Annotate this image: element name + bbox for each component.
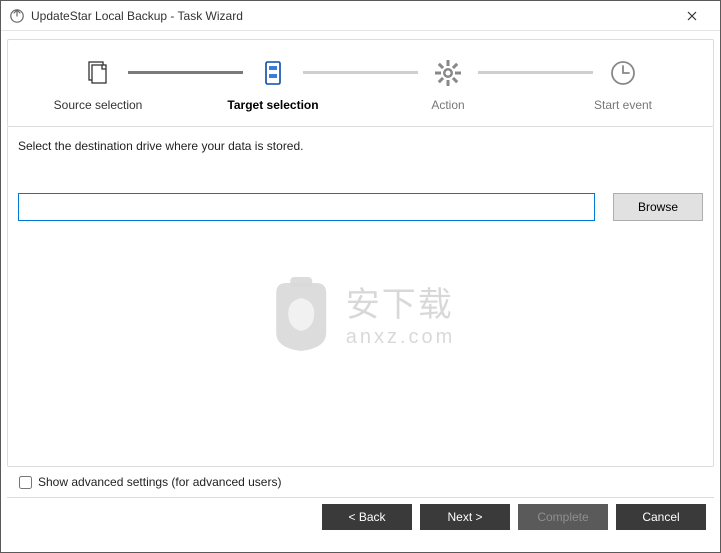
step-target-selection: Target selection bbox=[203, 58, 343, 112]
step-label: Action bbox=[431, 98, 464, 112]
shield-icon bbox=[266, 273, 336, 353]
step-label: Start event bbox=[594, 98, 652, 112]
wizard-button-bar: < Back Next > Complete Cancel bbox=[7, 498, 714, 530]
window-title: UpdateStar Local Backup - Task Wizard bbox=[31, 9, 672, 23]
advanced-settings-row: Show advanced settings (for advanced use… bbox=[7, 467, 714, 498]
browse-button[interactable]: Browse bbox=[613, 193, 703, 221]
wizard-content: Select the destination drive where your … bbox=[7, 127, 714, 467]
destination-path-input[interactable] bbox=[18, 193, 595, 221]
complete-button: Complete bbox=[518, 504, 608, 530]
step-label: Source selection bbox=[54, 98, 143, 112]
cancel-button[interactable]: Cancel bbox=[616, 504, 706, 530]
drive-icon bbox=[258, 58, 288, 88]
watermark-text-sub: anxz.com bbox=[346, 326, 456, 349]
step-label: Target selection bbox=[227, 98, 318, 112]
close-button[interactable] bbox=[672, 2, 712, 30]
back-button[interactable]: < Back bbox=[322, 504, 412, 530]
titlebar: UpdateStar Local Backup - Task Wizard bbox=[1, 1, 720, 31]
wizard-stepbar: Source selection Target selection bbox=[7, 39, 714, 127]
clock-icon bbox=[608, 58, 638, 88]
documents-icon bbox=[83, 58, 113, 88]
instruction-text: Select the destination drive where your … bbox=[18, 139, 703, 153]
close-icon bbox=[687, 11, 697, 21]
gear-icon bbox=[433, 58, 463, 88]
step-source-selection: Source selection bbox=[28, 58, 168, 112]
advanced-settings-checkbox[interactable] bbox=[19, 476, 32, 489]
app-icon bbox=[9, 8, 25, 24]
step-action: Action bbox=[378, 58, 518, 112]
watermark: 安下载 anxz.com bbox=[266, 273, 456, 353]
watermark-text-main: 安下载 bbox=[346, 277, 456, 326]
step-start-event: Start event bbox=[553, 58, 693, 112]
advanced-settings-label[interactable]: Show advanced settings (for advanced use… bbox=[38, 475, 281, 489]
next-button[interactable]: Next > bbox=[420, 504, 510, 530]
